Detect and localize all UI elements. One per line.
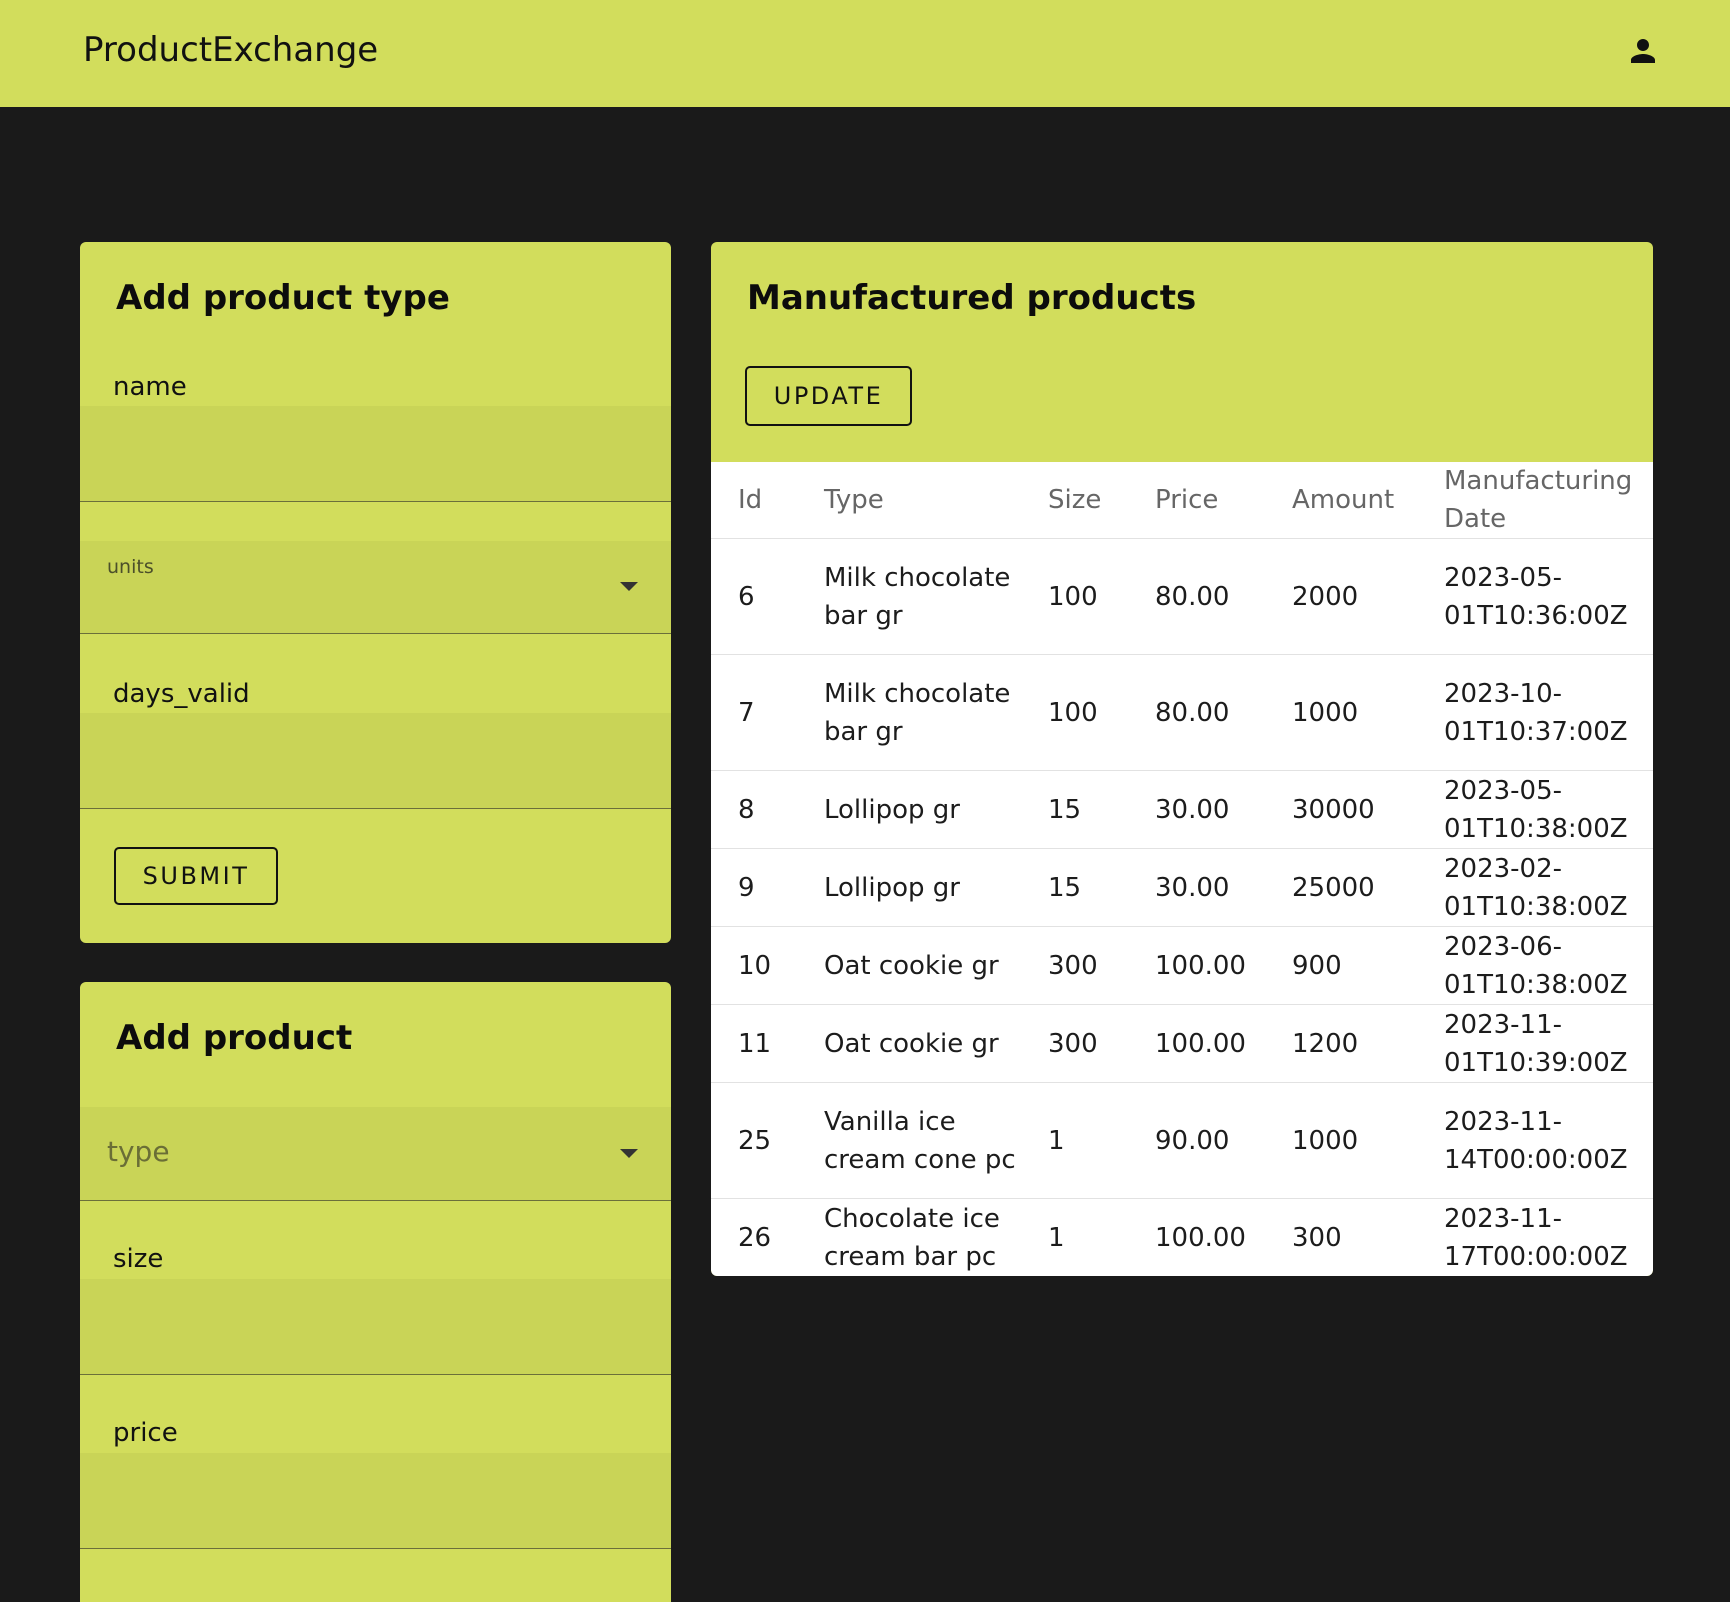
cell-id: 9 xyxy=(711,848,797,927)
cell-size: 1 xyxy=(1021,1198,1128,1276)
cell-type: Oat cookie gr xyxy=(797,1004,1021,1083)
cell-id: 11 xyxy=(711,1004,797,1083)
account-icon[interactable] xyxy=(1625,33,1661,69)
cell-date: 2023-11-17T00:00:00Z xyxy=(1417,1198,1653,1276)
cell-amount: 2000 xyxy=(1265,538,1417,655)
cell-price: 90.00 xyxy=(1128,1082,1265,1199)
column-header-amount[interactable]: Amount xyxy=(1265,462,1417,539)
name-label: name xyxy=(113,372,187,402)
cell-amount: 300 xyxy=(1265,1198,1417,1276)
days-valid-input[interactable] xyxy=(80,713,671,809)
cell-type: Vanilla ice cream cone pc xyxy=(797,1082,1021,1199)
cell-price: 30.00 xyxy=(1128,848,1265,927)
cell-price: 80.00 xyxy=(1128,654,1265,771)
update-button[interactable]: UPDATE xyxy=(745,366,912,426)
cell-type: Milk chocolate bar gr xyxy=(797,538,1021,655)
chevron-down-icon xyxy=(620,582,638,591)
cell-price: 100.00 xyxy=(1128,1198,1265,1276)
cell-date: 2023-05-01T10:38:00Z xyxy=(1417,770,1653,849)
table-row[interactable]: 9 Lollipop gr 15 30.00 25000 2023-02-01T… xyxy=(711,848,1653,927)
cell-price: 100.00 xyxy=(1128,1004,1265,1083)
cell-date: 2023-06-01T10:38:00Z xyxy=(1417,926,1653,1005)
price-input[interactable] xyxy=(80,1453,671,1549)
cell-size: 300 xyxy=(1021,926,1128,1005)
cell-date: 2023-11-14T00:00:00Z xyxy=(1417,1082,1653,1199)
cell-id: 6 xyxy=(711,538,797,655)
cell-date: 2023-05-01T10:36:00Z xyxy=(1417,538,1653,655)
size-input[interactable] xyxy=(80,1279,671,1375)
table-row[interactable]: 25 Vanilla ice cream cone pc 1 90.00 100… xyxy=(711,1082,1653,1199)
cell-price: 80.00 xyxy=(1128,538,1265,655)
cell-size: 15 xyxy=(1021,848,1128,927)
column-header-manufacturing-date[interactable]: Manufacturing Date xyxy=(1417,462,1653,539)
chevron-down-icon xyxy=(620,1149,638,1158)
cell-type: Chocolate ice cream bar pc xyxy=(797,1198,1021,1276)
cell-size: 1 xyxy=(1021,1082,1128,1199)
column-header-id[interactable]: Id xyxy=(711,462,797,539)
units-label: units xyxy=(107,556,154,578)
cell-type: Oat cookie gr xyxy=(797,926,1021,1005)
size-label: size xyxy=(113,1244,164,1274)
submit-button[interactable]: SUBMIT xyxy=(114,847,278,905)
cell-id: 10 xyxy=(711,926,797,1005)
cell-size: 100 xyxy=(1021,538,1128,655)
table-row[interactable]: 10 Oat cookie gr 300 100.00 900 2023-06-… xyxy=(711,926,1653,1005)
price-label: price xyxy=(113,1418,178,1448)
products-table: Id Type Size Price Amount Manufacturing … xyxy=(711,462,1653,1276)
cell-date: 2023-11-01T10:39:00Z xyxy=(1417,1004,1653,1083)
cell-date: 2023-02-01T10:38:00Z xyxy=(1417,848,1653,927)
cell-amount: 30000 xyxy=(1265,770,1417,849)
app-title: ProductExchange xyxy=(83,30,379,70)
card-title: Manufactured products xyxy=(747,278,1197,318)
cell-id: 7 xyxy=(711,654,797,771)
table-header-row: Id Type Size Price Amount Manufacturing … xyxy=(711,462,1653,539)
table-row[interactable]: 11 Oat cookie gr 300 100.00 1200 2023-11… xyxy=(711,1004,1653,1083)
cell-amount: 900 xyxy=(1265,926,1417,1005)
cell-amount: 1000 xyxy=(1265,654,1417,771)
type-placeholder: type xyxy=(107,1135,170,1168)
cell-id: 25 xyxy=(711,1082,797,1199)
cell-price: 30.00 xyxy=(1128,770,1265,849)
app-bar: ProductExchange xyxy=(0,0,1730,107)
cell-date: 2023-10-01T10:37:00Z xyxy=(1417,654,1653,771)
table-row[interactable]: 6 Milk chocolate bar gr 100 80.00 2000 2… xyxy=(711,538,1653,655)
cell-id: 8 xyxy=(711,770,797,849)
add-product-card: Add product type size price xyxy=(80,982,671,1602)
cell-type: Lollipop gr xyxy=(797,848,1021,927)
cell-amount: 25000 xyxy=(1265,848,1417,927)
column-header-type[interactable]: Type xyxy=(797,462,1021,539)
table-row[interactable]: 26 Chocolate ice cream bar pc 1 100.00 3… xyxy=(711,1198,1653,1276)
cell-size: 300 xyxy=(1021,1004,1128,1083)
column-header-size[interactable]: Size xyxy=(1021,462,1128,539)
name-input[interactable] xyxy=(80,406,671,502)
cell-size: 15 xyxy=(1021,770,1128,849)
card-title: Add product xyxy=(116,1018,353,1058)
cell-id: 26 xyxy=(711,1198,797,1276)
cell-amount: 1200 xyxy=(1265,1004,1417,1083)
table-row[interactable]: 7 Milk chocolate bar gr 100 80.00 1000 2… xyxy=(711,654,1653,771)
add-product-type-card: Add product type name units days_valid S… xyxy=(80,242,671,943)
column-header-price[interactable]: Price xyxy=(1128,462,1265,539)
cell-price: 100.00 xyxy=(1128,926,1265,1005)
cell-size: 100 xyxy=(1021,654,1128,771)
manufactured-products-card: Manufactured products UPDATE Id Type Siz… xyxy=(711,242,1653,1276)
table-row[interactable]: 8 Lollipop gr 15 30.00 30000 2023-05-01T… xyxy=(711,770,1653,849)
type-select[interactable]: type xyxy=(80,1107,671,1201)
card-title: Add product type xyxy=(116,278,450,318)
cell-amount: 1000 xyxy=(1265,1082,1417,1199)
cell-type: Milk chocolate bar gr xyxy=(797,654,1021,771)
units-select[interactable]: units xyxy=(80,541,671,634)
days-valid-label: days_valid xyxy=(113,679,250,709)
cell-type: Lollipop gr xyxy=(797,770,1021,849)
